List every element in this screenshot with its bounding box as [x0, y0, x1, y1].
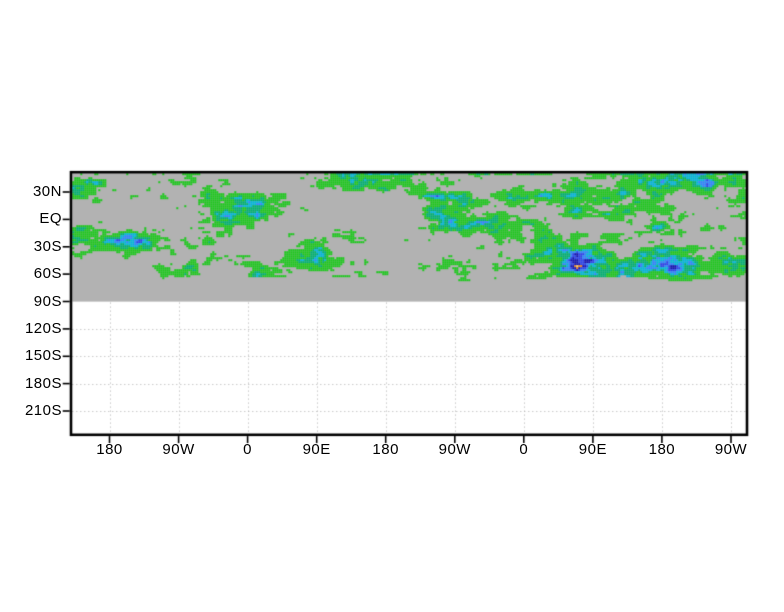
heatmap-canvas	[0, 0, 784, 612]
y-tick-label: 120S	[24, 320, 62, 338]
x-tick-label: 180	[648, 441, 676, 458]
y-tick-label: 60S	[33, 265, 62, 283]
x-tick-label: 90E	[578, 441, 607, 458]
x-tick-label: 0	[243, 441, 253, 458]
grads-figure: 30N EQ 30S 60S 90S 120S 150S 180S 210S 180 90W 0 90…	[0, 0, 784, 612]
x-tick-label: 90W	[438, 441, 471, 458]
x-tick-label: 90W	[714, 441, 748, 458]
x-tick-label: 90W	[162, 441, 195, 458]
x-tick-label: 180	[372, 441, 399, 458]
x-tick-label: 180	[96, 441, 123, 458]
y-tick-label: EQ	[39, 210, 62, 228]
y-tick-label: 30N	[32, 183, 62, 201]
y-tick-label: 30S	[33, 237, 62, 255]
y-tick-label: 180S	[24, 374, 62, 392]
y-tick-label: 150S	[24, 347, 62, 365]
x-tick-label: 90E	[302, 441, 331, 458]
y-tick-label: 90S	[33, 292, 62, 310]
y-tick-label: 210S	[24, 402, 62, 420]
x-tick-label: 0	[519, 441, 529, 458]
